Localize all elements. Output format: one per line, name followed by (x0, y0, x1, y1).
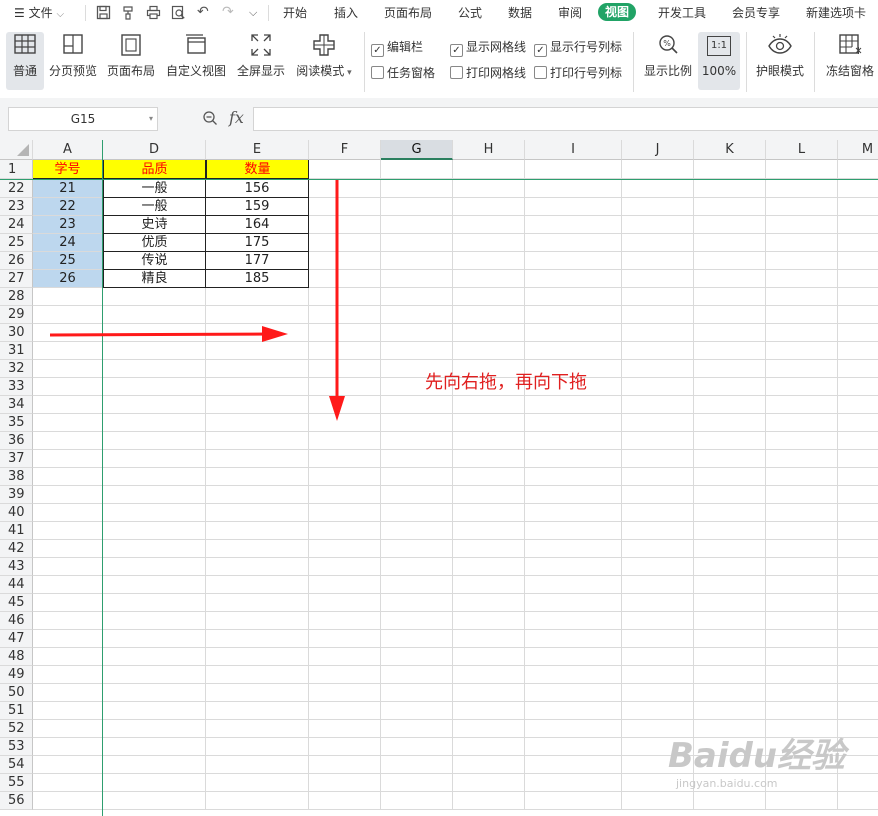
zoom-100-button[interactable]: 1:1 100% (698, 32, 740, 90)
checkbox-unchecked-icon (534, 66, 547, 79)
menu-bar: ☰ 文件 ⌵ ↶ ↷ ⌵ 开始 插入 页面布局 公式 数据 审阅 视图 开发工具… (0, 0, 878, 26)
page-break-preview-button[interactable]: 分页预览 (48, 32, 98, 79)
tab-view[interactable]: 视图 (598, 3, 637, 21)
divider (814, 32, 815, 92)
zoom-icon: % (659, 35, 678, 54)
eye-icon (768, 34, 792, 54)
format-painter-icon[interactable] (121, 5, 136, 20)
chevron-down-icon: ▾ (148, 114, 153, 123)
chevron-down-icon: ⌵ (56, 9, 65, 20)
tab-member[interactable]: 会员专享 (732, 4, 780, 21)
custom-view-label: 自定义视图 (165, 64, 226, 78)
print-headers-label: 打印行号列标 (550, 66, 623, 80)
ribbon: 普通 分页预览 页面布局 自定义视图 全屏显示 阅读模式 ▾ ✓ 编辑栏 ✓ 显… (0, 26, 878, 98)
tab-new[interactable]: 新建选项卡 (806, 4, 866, 21)
page-break-icon (63, 34, 83, 54)
formula-bar-checkbox[interactable]: ✓ 编辑栏 (371, 38, 423, 57)
show-gridlines-label: 显示网格线 (466, 40, 527, 54)
print-icon[interactable] (146, 5, 161, 20)
page-layout-view-label: 页面布局 (106, 64, 155, 78)
watermark: Baidu经验 jingyan.baidu.com (668, 728, 845, 790)
tab-developer[interactable]: 开发工具 (658, 4, 706, 21)
reading-mode-label: 阅读模式 ▾ (296, 64, 352, 78)
divider (85, 5, 86, 21)
normal-view-button[interactable]: 普通 (6, 32, 44, 90)
freeze-panes-label: 冻结窗格 (825, 64, 874, 78)
show-headers-checkbox[interactable]: ✓ 显示行号列标 (534, 38, 622, 57)
save-icon[interactable] (96, 5, 111, 20)
insert-function-icon[interactable]: fx (229, 108, 244, 127)
page-break-preview-label: 分页预览 (48, 64, 97, 78)
custom-view-icon (186, 34, 206, 54)
task-pane-checkbox[interactable]: 任务窗格 (371, 64, 435, 81)
name-box[interactable]: G15 ▾ (8, 107, 158, 131)
divider (268, 5, 269, 21)
zoom-button[interactable]: % 显示比例 (642, 32, 694, 79)
reading-mode-icon (313, 34, 335, 56)
formula-input[interactable] (253, 107, 878, 131)
task-pane-label: 任务窗格 (387, 66, 436, 80)
checkbox-checked-icon: ✓ (534, 44, 547, 57)
tab-review[interactable]: 审阅 (558, 4, 582, 21)
spreadsheet-grid[interactable]: ADEFGHIJKLM 1 学号 品质 数量 22 21 一般 156 23 22 一般 159 24 2… (0, 140, 878, 816)
cell-reference: G15 (70, 112, 96, 126)
tab-formulas[interactable]: 公式 (458, 4, 482, 21)
tab-data[interactable]: 数据 (508, 4, 532, 21)
arrow-right-annotation (49, 326, 288, 342)
divider (746, 32, 747, 92)
show-gridlines-checkbox[interactable]: ✓ 显示网格线 (450, 38, 526, 57)
arrow-down-annotation (329, 180, 345, 421)
tab-insert[interactable]: 插入 (334, 4, 358, 21)
show-headers-label: 显示行号列标 (550, 40, 623, 54)
zoom-100-label: 100% (701, 64, 737, 78)
fullscreen-icon (251, 34, 271, 56)
tab-start[interactable]: 开始 (283, 4, 307, 21)
grid-icon (14, 34, 36, 54)
divider (364, 32, 365, 92)
annotation-text: 先向右拖，再向下拖 (425, 372, 587, 393)
customize-toolbar-icon[interactable]: ⌵ (249, 6, 257, 20)
checkbox-checked-icon: ✓ (450, 44, 463, 57)
freeze-panes-icon (839, 34, 862, 54)
checkbox-unchecked-icon (371, 66, 384, 79)
print-preview-icon[interactable] (171, 5, 186, 20)
full-screen-label: 全屏显示 (236, 64, 285, 78)
print-headers-checkbox[interactable]: 打印行号列标 (534, 64, 622, 81)
print-gridlines-checkbox[interactable]: 打印网格线 (450, 64, 526, 81)
zoom-formula-icon[interactable] (202, 110, 218, 126)
tab-page-layout[interactable]: 页面布局 (384, 4, 432, 21)
file-menu[interactable]: ☰ 文件 ⌵ (14, 4, 64, 21)
eye-protection-label: 护眼模式 (755, 64, 804, 78)
hamburger-icon: ☰ (14, 6, 25, 20)
undo-icon[interactable]: ↶ (197, 4, 209, 20)
full-screen-button[interactable]: 全屏显示 (235, 32, 287, 79)
print-gridlines-label: 打印网格线 (466, 66, 527, 80)
checkbox-checked-icon: ✓ (371, 44, 384, 57)
eye-protection-button[interactable]: 护眼模式 (753, 32, 807, 79)
redo-icon[interactable]: ↷ (222, 4, 234, 20)
custom-view-button[interactable]: 自定义视图 (165, 32, 227, 79)
divider (633, 32, 634, 92)
page-layout-icon (121, 34, 141, 56)
svg-text:%: % (663, 39, 671, 48)
zoom-100-icon: 1:1 (707, 36, 731, 56)
freeze-panes-button[interactable]: 冻结窗格 (822, 32, 878, 79)
formula-bar: G15 ▾ fx (0, 98, 878, 141)
checkbox-unchecked-icon (450, 66, 463, 79)
file-menu-label: 文件 (28, 6, 53, 20)
reading-mode-button[interactable]: 阅读模式 ▾ (294, 32, 354, 79)
formula-bar-label: 编辑栏 (387, 40, 424, 54)
zoom-label: 显示比例 (643, 64, 692, 78)
annotation-arrows (49, 180, 345, 421)
watermark-url: jingyan.baidu.com (676, 777, 778, 790)
watermark-brand: Baidu经验 (668, 736, 846, 776)
normal-view-label: 普通 (12, 64, 37, 78)
page-layout-view-button[interactable]: 页面布局 (105, 32, 157, 79)
